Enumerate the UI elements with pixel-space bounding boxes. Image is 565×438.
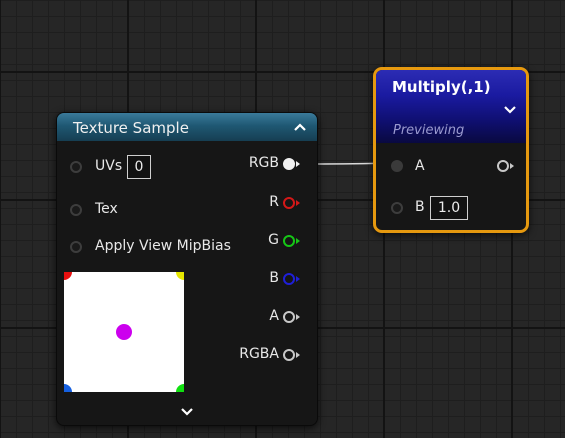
- texture-sample-node[interactable]: Texture Sample UVs 0 Tex Apply View MipB…: [56, 112, 318, 426]
- output-pin-b[interactable]: [283, 273, 295, 285]
- multiply-node[interactable]: Multiply(,1) Previewing A B 1.0: [373, 67, 529, 233]
- output-label-rgba: RGBA: [239, 346, 279, 362]
- output-pin-r[interactable]: [283, 197, 295, 209]
- output-label-r: R: [269, 194, 279, 210]
- b-value-field[interactable]: 1.0: [430, 196, 468, 220]
- input-label-tex: Tex: [95, 201, 118, 217]
- chevron-down-icon[interactable]: [179, 403, 195, 419]
- chevron-down-icon[interactable]: [502, 101, 518, 117]
- preview-corner-bottom-left: [64, 384, 72, 392]
- pin-arrow-icon: [296, 314, 300, 320]
- input-pin-uvs[interactable]: [70, 161, 82, 173]
- pin-arrow-icon: [296, 238, 300, 244]
- texture-preview: [64, 272, 184, 392]
- pin-arrow-icon: [510, 163, 514, 169]
- preview-corner-top-left: [64, 272, 72, 280]
- pin-arrow-icon: [296, 352, 300, 358]
- preview-corner-top-right: [176, 272, 184, 280]
- input-pin-tex[interactable]: [70, 204, 82, 216]
- output-label-g: G: [268, 232, 279, 248]
- preview-corner-bottom-right: [176, 384, 184, 392]
- pin-arrow-icon: [296, 276, 300, 282]
- previewing-label: Previewing: [393, 123, 465, 138]
- output-pin-rgba[interactable]: [283, 349, 295, 361]
- chevron-up-icon[interactable]: [292, 119, 308, 135]
- output-label-a: A: [269, 308, 279, 324]
- input-label-a: A: [415, 158, 425, 174]
- output-label-rgb: RGB: [248, 155, 279, 171]
- input-label-uvs: UVs: [95, 158, 123, 174]
- preview-center-dot: [116, 324, 132, 340]
- node-title: Multiply(,1): [392, 78, 491, 96]
- texture-sample-header[interactable]: Texture Sample: [57, 113, 317, 141]
- input-pin-a[interactable]: [391, 160, 403, 172]
- uvs-value-field[interactable]: 0: [127, 155, 151, 179]
- input-label-apply-view-mipbias: Apply View MipBias: [95, 238, 231, 254]
- multiply-header[interactable]: Multiply(,1) Previewing: [376, 70, 526, 143]
- output-label-b: B: [269, 270, 279, 286]
- input-pin-apply-view-mipbias[interactable]: [70, 241, 82, 253]
- input-pin-b[interactable]: [391, 202, 403, 214]
- output-pin-rgb[interactable]: [283, 158, 295, 170]
- pin-arrow-icon: [296, 200, 300, 206]
- output-pin-a[interactable]: [283, 311, 295, 323]
- node-title: Texture Sample: [73, 119, 189, 137]
- input-label-b: B: [415, 199, 425, 215]
- output-pin-result[interactable]: [497, 160, 509, 172]
- pin-arrow-icon: [296, 161, 300, 167]
- output-pin-g[interactable]: [283, 235, 295, 247]
